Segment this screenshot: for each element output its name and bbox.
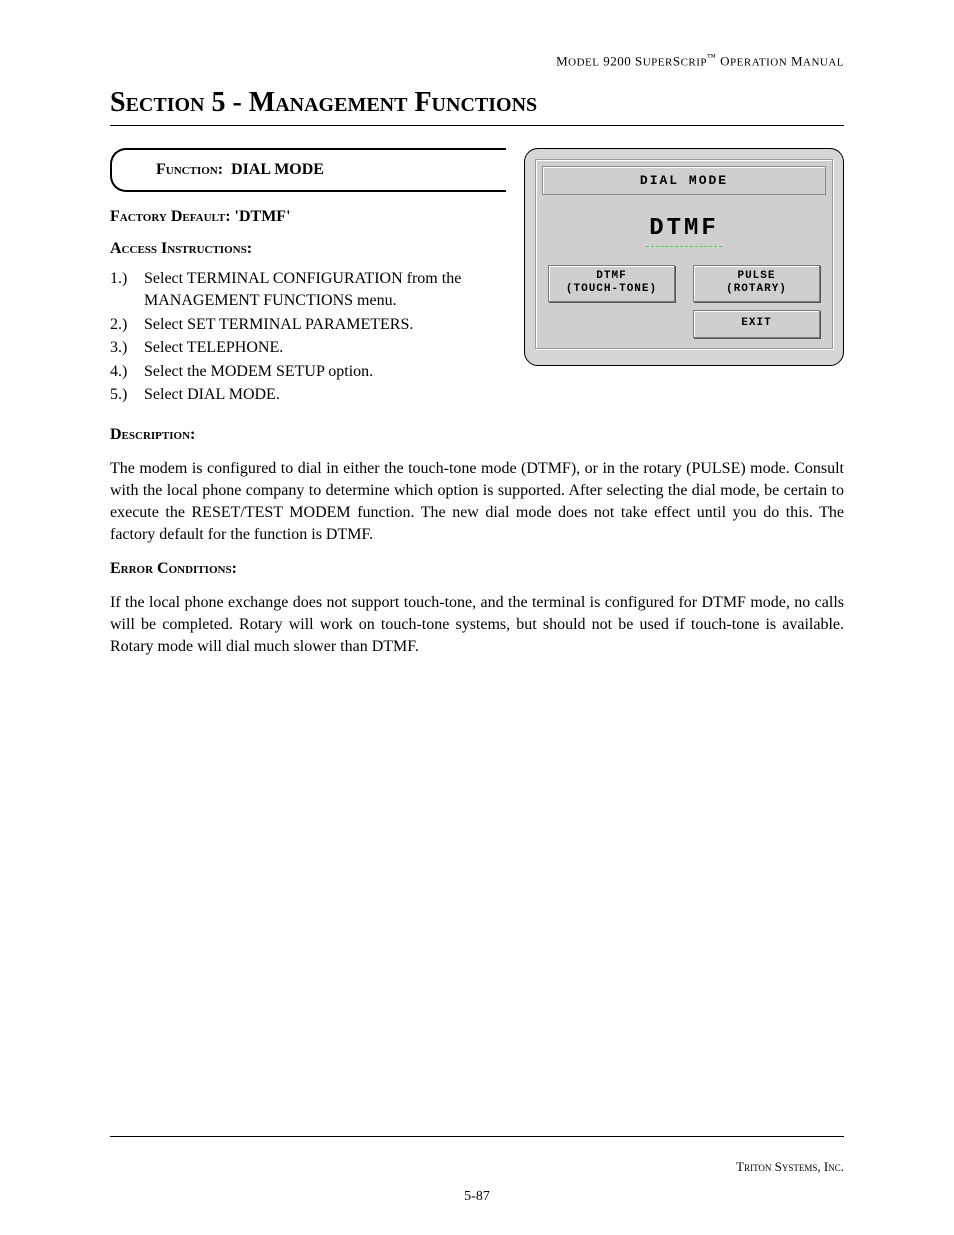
factory-default-label: Factory Default: xyxy=(110,208,231,225)
error-conditions-heading: Error Conditions: xyxy=(110,560,844,578)
step-text: Select TERMINAL CONFIGURATION from the M… xyxy=(144,268,506,311)
footer-rule xyxy=(110,1136,844,1137)
step-number: 4.) xyxy=(110,361,144,383)
step-number: 5.) xyxy=(110,384,144,406)
terminal-screen-title: DIAL MODE xyxy=(542,166,826,195)
terminal-exit-row: EXIT xyxy=(542,302,826,338)
step-number: 1.) xyxy=(110,268,144,311)
pulse-button-line1: PULSE xyxy=(694,270,819,283)
pulse-button-line2: (ROTARY) xyxy=(694,283,819,296)
step-number: 2.) xyxy=(110,314,144,336)
function-name xyxy=(223,161,231,179)
step-text: Select SET TERMINAL PARAMETERS. xyxy=(144,314,413,336)
description-heading: Description: xyxy=(110,426,844,444)
document-page: MODEL 9200 SUPERSCRIP™ OPERATION MANUAL … xyxy=(0,0,954,1235)
terminal-button-row: DTMF (TOUCH-TONE) PULSE (ROTARY) xyxy=(542,265,826,301)
list-item: 4.) Select the MODEM SETUP option. xyxy=(110,361,506,383)
description-text: The modem is configured to dial in eithe… xyxy=(110,458,844,546)
terminal-screen-inner: DIAL MODE DTMF DTMF (TOUCH-TONE) PULSE (… xyxy=(535,159,833,348)
pulse-button[interactable]: PULSE (ROTARY) xyxy=(693,265,820,301)
error-conditions-text: If the local phone exchange does not sup… xyxy=(110,592,844,658)
footer-company: Triton Systems, Inc. xyxy=(736,1159,844,1175)
access-instructions-heading: Access Instructions: xyxy=(110,240,506,258)
exit-button-label: EXIT xyxy=(694,317,819,330)
terminal-screen-panel: DIAL MODE DTMF DTMF (TOUCH-TONE) PULSE (… xyxy=(524,148,844,365)
dtmf-button-line2: (TOUCH-TONE) xyxy=(549,283,674,296)
function-name-value: DIAL MODE xyxy=(231,161,324,179)
list-item: 2.) Select SET TERMINAL PARAMETERS. xyxy=(110,314,506,336)
footer-page-number: 5-87 xyxy=(0,1189,954,1205)
section-title: Section 5 - Management Functions xyxy=(110,87,844,119)
function-label: Function: xyxy=(156,161,223,179)
list-item: 5.) Select DIAL MODE. xyxy=(110,384,506,406)
factory-default-value: 'DTMF' xyxy=(235,208,291,225)
terminal-current-value: DTMF xyxy=(542,215,826,242)
step-text: Select DIAL MODE. xyxy=(144,384,280,406)
function-tab: Function: DIAL MODE xyxy=(110,148,506,192)
list-item: 1.) Select TERMINAL CONFIGURATION from t… xyxy=(110,268,506,311)
running-header: MODEL 9200 SUPERSCRIP™ OPERATION MANUAL xyxy=(110,52,844,69)
dtmf-button[interactable]: DTMF (TOUCH-TONE) xyxy=(548,265,675,301)
step-text: Select TELEPHONE. xyxy=(144,337,283,359)
access-steps-list: 1.) Select TERMINAL CONFIGURATION from t… xyxy=(110,268,506,406)
step-text: Select the MODEM SETUP option. xyxy=(144,361,373,383)
left-column: Function: DIAL MODE Factory Default: 'DT… xyxy=(110,148,506,412)
exit-button[interactable]: EXIT xyxy=(693,310,820,338)
title-rule xyxy=(110,125,844,126)
step-number: 3.) xyxy=(110,337,144,359)
factory-default-heading: Factory Default: 'DTMF' xyxy=(110,208,506,226)
dtmf-button-line1: DTMF xyxy=(549,270,674,283)
top-area: Function: DIAL MODE Factory Default: 'DT… xyxy=(110,148,844,412)
terminal-value-underline xyxy=(646,246,722,247)
list-item: 3.) Select TELEPHONE. xyxy=(110,337,506,359)
